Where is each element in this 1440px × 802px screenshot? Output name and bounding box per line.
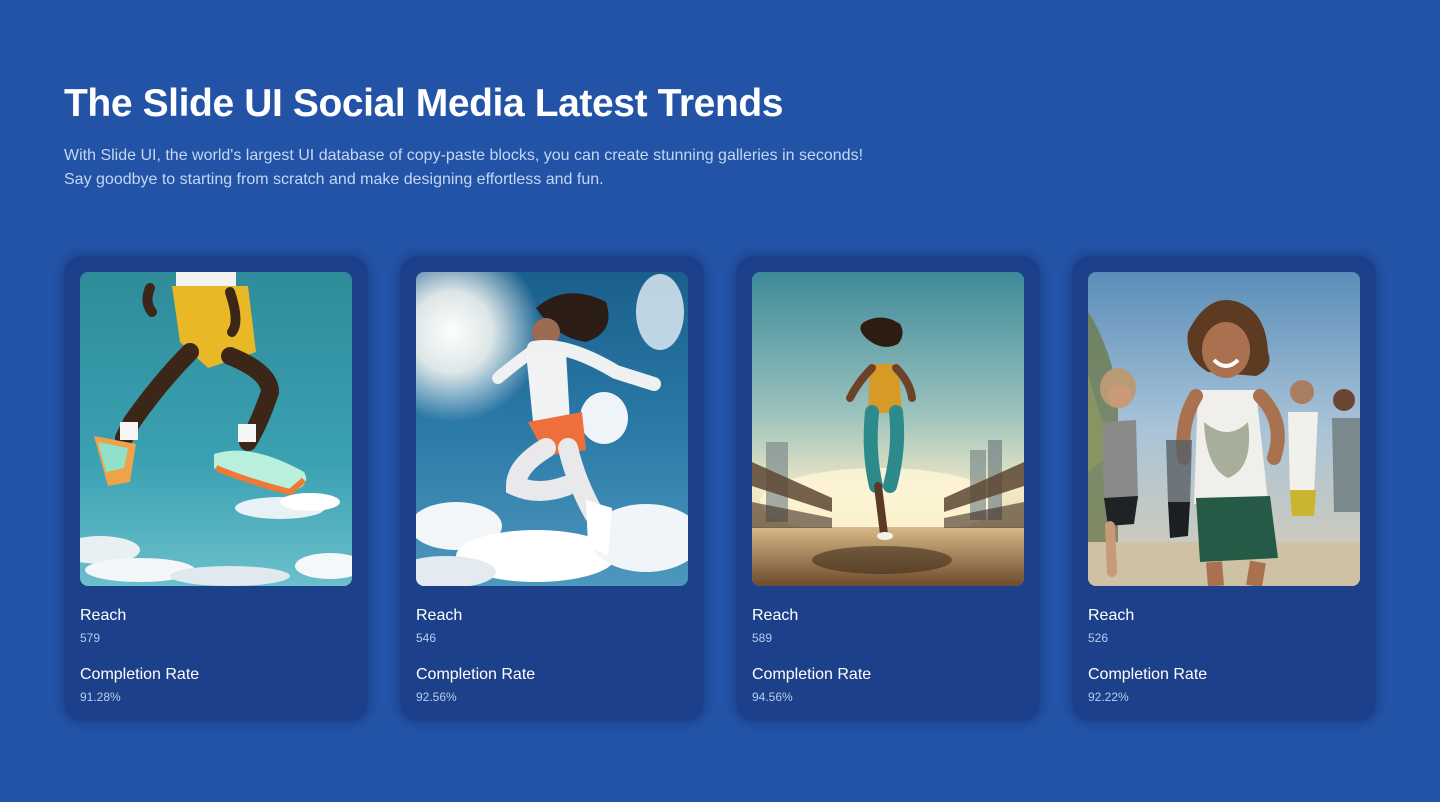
page-subtitle: With Slide UI, the world's largest UI da… — [64, 147, 864, 188]
reach-label: Reach — [752, 607, 799, 624]
trend-card[interactable]: Reach 526 Completion Rate 92.22% — [1072, 256, 1376, 721]
reach-metric: Reach 579 — [80, 606, 352, 645]
reach-metric: Reach 589 — [752, 606, 1024, 645]
page: The Slide UI Social Media Latest Trends … — [0, 0, 1440, 802]
reach-label: Reach — [80, 607, 127, 624]
completion-value: 94.56% — [752, 690, 793, 704]
trend-card[interactable]: Reach 546 Completion Rate 92.56% — [400, 256, 704, 721]
reach-metric: Reach 526 — [1088, 606, 1360, 645]
trend-card[interactable]: Reach 589 Completion Rate 94.56% — [736, 256, 1040, 721]
completion-value: 92.56% — [416, 690, 457, 704]
completion-label: Completion Rate — [752, 666, 872, 683]
completion-metric: Completion Rate 92.56% — [416, 665, 688, 704]
woman-leaping-sky-photo — [416, 272, 688, 586]
reach-value: 589 — [752, 631, 773, 645]
reach-metric: Reach 546 — [416, 606, 688, 645]
completion-label: Completion Rate — [416, 666, 536, 683]
reach-value: 526 — [1088, 631, 1109, 645]
reach-label: Reach — [416, 607, 463, 624]
completion-metric: Completion Rate 92.22% — [1088, 665, 1360, 704]
page-title: The Slide UI Social Media Latest Trends — [64, 82, 784, 125]
group-running-photo — [1088, 272, 1360, 586]
completion-label: Completion Rate — [1088, 666, 1208, 683]
completion-metric: Completion Rate 91.28% — [80, 665, 352, 704]
reach-value: 579 — [80, 631, 101, 645]
runner-on-bridge-photo — [752, 272, 1024, 586]
reach-value: 546 — [416, 631, 437, 645]
completion-label: Completion Rate — [80, 666, 200, 683]
completion-value: 92.22% — [1088, 690, 1129, 704]
completion-metric: Completion Rate 94.56% — [752, 665, 1024, 704]
header: The Slide UI Social Media Latest Trends … — [64, 78, 884, 192]
trend-card[interactable]: Reach 579 Completion Rate 91.28% — [64, 256, 368, 721]
reach-label: Reach — [1088, 607, 1135, 624]
completion-value: 91.28% — [80, 690, 121, 704]
trend-cards: Reach 579 Completion Rate 91.28% Reach 5… — [64, 256, 1376, 721]
athlete-jumping-photo — [80, 272, 352, 586]
